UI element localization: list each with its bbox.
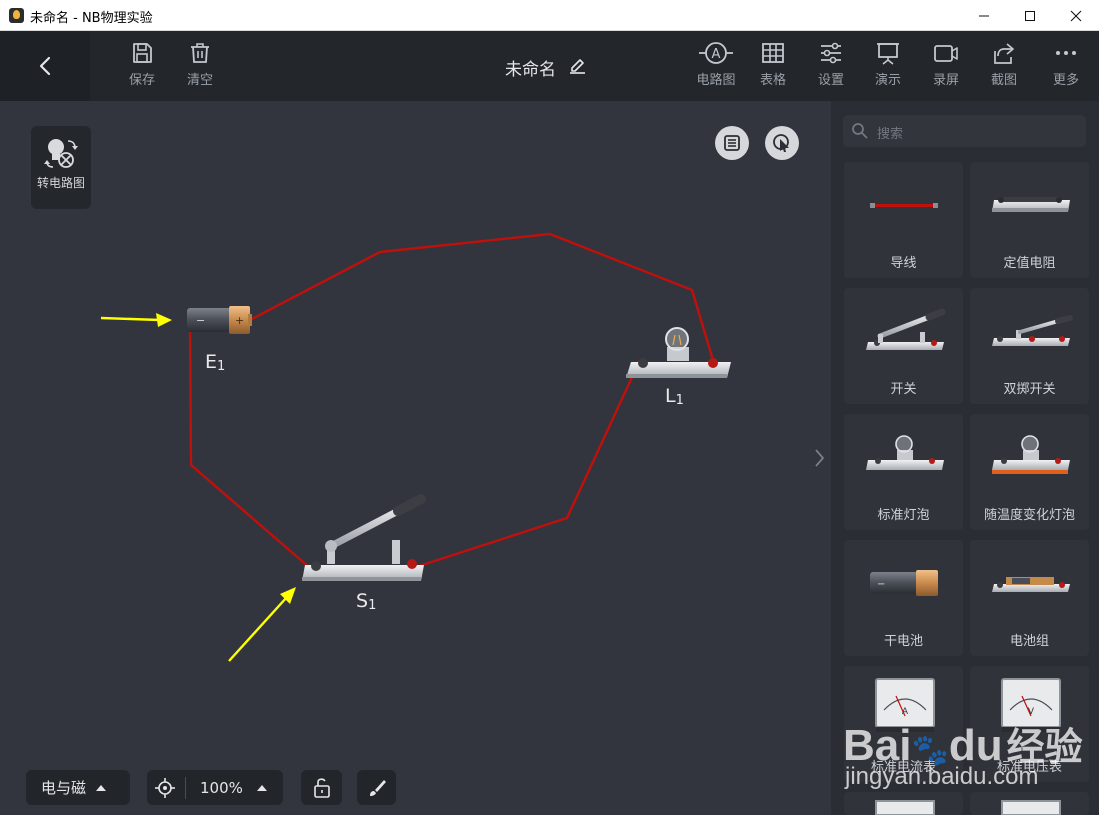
- present-button[interactable]: 演示: [862, 41, 914, 88]
- meter-partial-icon: [1001, 800, 1061, 815]
- sidebar-item-thermal-bulb[interactable]: 随温度变化灯泡: [970, 414, 1089, 530]
- sidebar-item-label: 随温度变化灯泡: [983, 508, 1075, 523]
- sidebar-item-label: 双掷开关: [1003, 382, 1056, 397]
- bulb-l1-label: L1: [665, 385, 684, 408]
- svg-text:+: +: [235, 314, 244, 327]
- unlock-icon: [313, 777, 330, 798]
- presentation-icon: [877, 43, 899, 65]
- cursor-select-icon: [773, 134, 789, 152]
- maximize-button[interactable]: [1007, 0, 1053, 31]
- sidebar-item-resistor[interactable]: 定值电阻: [970, 162, 1089, 278]
- brush-icon: [369, 779, 386, 796]
- sidebar-item-standard-bulb[interactable]: 标准灯泡: [844, 414, 963, 530]
- sidebar-item-partial[interactable]: [970, 792, 1089, 815]
- bulb-thermal-icon: [992, 435, 1070, 474]
- zoom-divider: [185, 776, 186, 799]
- record-screen-button[interactable]: 录屏: [920, 41, 972, 88]
- caret-up-icon[interactable]: [256, 784, 267, 791]
- circuit-drawing: − +: [100, 232, 731, 662]
- screenshot-label: 截图: [990, 73, 1017, 88]
- bulb-icon: [866, 435, 944, 470]
- wire-icon: [870, 203, 938, 208]
- svg-text:−: −: [877, 579, 885, 590]
- zoom-control[interactable]: 100%: [147, 770, 283, 805]
- battery-e1-label: E1: [205, 351, 226, 374]
- close-button[interactable]: [1053, 0, 1099, 31]
- sidebar-item-label: 电池组: [1009, 634, 1049, 649]
- double-throw-switch-icon: [992, 315, 1073, 346]
- caret-up-icon: [96, 784, 107, 791]
- annotation-arrow-battery: [100, 313, 172, 327]
- switch-s1[interactable]: [302, 494, 426, 581]
- battery-e1[interactable]: − +: [187, 306, 252, 334]
- zoom-value: 100%: [200, 778, 243, 797]
- sidebar-item-label: 标准灯泡: [877, 508, 930, 523]
- minimize-button[interactable]: [961, 0, 1007, 31]
- screenshot-button[interactable]: 截图: [978, 41, 1030, 88]
- record-screen-label: 录屏: [932, 73, 959, 88]
- search-placeholder: 搜索: [877, 127, 904, 142]
- present-label: 演示: [874, 73, 901, 88]
- convert-label: 转电路图: [36, 176, 85, 190]
- sidebar-item-dry-battery[interactable]: − 干电池: [844, 540, 963, 656]
- sidebar-item-battery-pack[interactable]: 电池组: [970, 540, 1089, 656]
- more-button[interactable]: 更多: [1040, 41, 1092, 88]
- watermark-url: jingyan.baidu.com: [845, 763, 1039, 790]
- search-icon: [852, 123, 868, 139]
- video-camera-icon: [934, 45, 958, 62]
- sidebar-item-partial[interactable]: [844, 792, 963, 815]
- annotation-arrow-switch: [228, 587, 296, 662]
- svg-text:−: −: [196, 314, 205, 327]
- sidebar-item-label: 开关: [890, 382, 917, 397]
- sidebar-item-label: 导线: [890, 256, 917, 271]
- wire-battery-to-bulb[interactable]: [249, 232, 715, 361]
- share-icon: [994, 43, 1014, 64]
- switch-icon: [866, 308, 946, 350]
- resistor-icon: [992, 197, 1070, 212]
- search-input[interactable]: 搜索: [843, 115, 1086, 147]
- more-dots-icon: [1056, 51, 1076, 55]
- more-label: 更多: [1052, 73, 1079, 88]
- list-view-button[interactable]: [715, 126, 749, 160]
- sidebar-item-label: 干电池: [883, 634, 923, 649]
- meter-partial-icon: [875, 800, 935, 815]
- battery-icon: −: [870, 570, 938, 596]
- category-label: 电与磁: [41, 779, 87, 797]
- lock-button[interactable]: [301, 770, 342, 805]
- sidebar-item-double-throw-switch[interactable]: 双掷开关: [970, 288, 1089, 404]
- select-mode-button[interactable]: [765, 126, 799, 160]
- sidebar-item-switch[interactable]: 开关: [844, 288, 963, 404]
- bulb-convert-icon: [44, 139, 78, 168]
- wire-switch-to-bulb[interactable]: [412, 359, 642, 570]
- sidebar-item-wire[interactable]: 导线: [844, 162, 963, 278]
- locate-center-icon[interactable]: [154, 777, 176, 799]
- chevron-right-icon[interactable]: [812, 447, 826, 469]
- sidebar-item-label: 定值电阻: [1003, 256, 1056, 271]
- switch-s1-label: S1: [356, 590, 377, 613]
- list-icon: [724, 135, 740, 151]
- convert-to-diagram-button[interactable]: 转电路图: [31, 126, 91, 209]
- brush-button[interactable]: [357, 770, 396, 805]
- bulb-l1[interactable]: [626, 327, 731, 378]
- category-dropdown[interactable]: 电与磁: [26, 770, 130, 805]
- battery-pack-icon: [992, 577, 1070, 592]
